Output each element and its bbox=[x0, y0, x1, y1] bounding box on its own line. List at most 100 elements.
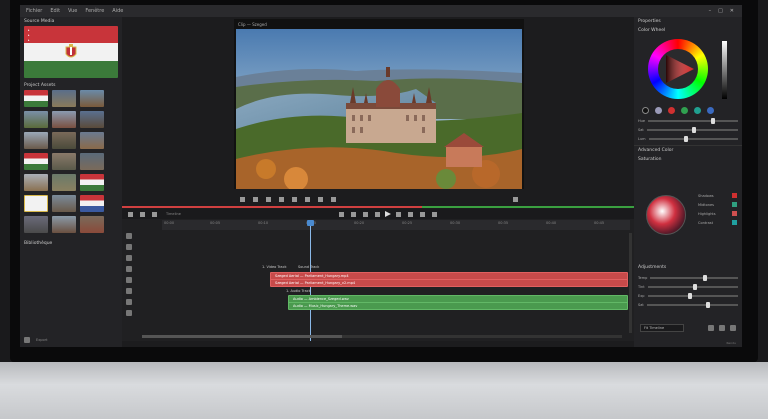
prev-clip-icon[interactable] bbox=[350, 211, 356, 217]
playhead-handle[interactable] bbox=[307, 220, 314, 226]
thumbnail[interactable] bbox=[80, 195, 104, 212]
thumbnail[interactable] bbox=[80, 132, 104, 149]
thumbnail[interactable] bbox=[24, 132, 48, 149]
menu-view[interactable]: Vue bbox=[68, 8, 77, 14]
swatch[interactable] bbox=[732, 220, 737, 225]
add-track-icon[interactable] bbox=[126, 277, 132, 283]
minimize-icon[interactable]: – bbox=[709, 8, 712, 14]
thumbnail[interactable] bbox=[24, 111, 48, 128]
saturation-slider[interactable] bbox=[646, 301, 738, 308]
folder-icon[interactable] bbox=[24, 337, 30, 343]
link-icon[interactable] bbox=[126, 299, 132, 305]
zoom-icon[interactable] bbox=[431, 211, 437, 217]
mute-icon[interactable] bbox=[126, 255, 132, 261]
settings-icon[interactable] bbox=[513, 196, 518, 202]
swatch[interactable] bbox=[642, 107, 649, 114]
eye-icon[interactable] bbox=[126, 244, 132, 250]
thumbnail[interactable] bbox=[24, 174, 48, 191]
swatch[interactable] bbox=[681, 107, 688, 114]
sat-slider[interactable] bbox=[646, 126, 738, 133]
thumbnail[interactable] bbox=[80, 174, 104, 191]
swatch[interactable] bbox=[732, 193, 737, 198]
time-ruler[interactable]: 00:00 00:05 00:10 00:15 00:20 00:25 00:3… bbox=[162, 220, 630, 230]
swatch[interactable] bbox=[732, 202, 737, 207]
swatch[interactable] bbox=[655, 107, 662, 114]
grade-row[interactable]: Midtones bbox=[698, 201, 716, 210]
next-clip-icon[interactable] bbox=[407, 211, 413, 217]
forward-icon[interactable] bbox=[395, 211, 401, 217]
thumbnail[interactable] bbox=[80, 216, 104, 233]
step-back-icon[interactable] bbox=[279, 196, 284, 202]
swatch[interactable] bbox=[668, 107, 675, 114]
screen-icon[interactable] bbox=[719, 325, 725, 331]
stop-icon[interactable] bbox=[374, 211, 380, 217]
lum-slider[interactable] bbox=[648, 135, 738, 142]
grade-row[interactable]: Shadows bbox=[698, 192, 716, 201]
timeline-vscroll[interactable] bbox=[629, 233, 632, 333]
menu-window[interactable]: Fenêtre bbox=[85, 8, 104, 14]
grade-row[interactable]: Contrast bbox=[698, 219, 716, 228]
record-icon[interactable] bbox=[419, 211, 425, 217]
exposure-slider[interactable] bbox=[647, 292, 738, 299]
thumbnail[interactable] bbox=[24, 216, 48, 233]
prev-frame-icon[interactable] bbox=[338, 211, 344, 217]
video-frame[interactable] bbox=[236, 29, 522, 189]
tint-slider[interactable] bbox=[647, 283, 738, 290]
close-panel-icon[interactable] bbox=[730, 325, 736, 331]
saturation-triangle[interactable] bbox=[658, 49, 698, 89]
audio-clip[interactable]: Audio — Music_Hungary_Theme.wav bbox=[288, 302, 628, 310]
menu-help[interactable]: Aide bbox=[112, 8, 123, 14]
thumbnail[interactable] bbox=[24, 153, 48, 170]
lock-icon[interactable] bbox=[126, 233, 132, 239]
swatch[interactable] bbox=[732, 211, 737, 216]
step-forward-icon[interactable] bbox=[305, 196, 310, 202]
flag-preview[interactable]: ▸ ▸ ▸ bbox=[24, 26, 118, 78]
thumbnail[interactable] bbox=[52, 90, 76, 107]
close-icon[interactable]: ✕ bbox=[730, 8, 734, 14]
thumbnail[interactable] bbox=[24, 90, 48, 107]
thumbnail[interactable] bbox=[52, 132, 76, 149]
color-wheel-small[interactable] bbox=[646, 195, 686, 235]
solo-icon[interactable] bbox=[126, 266, 132, 272]
timeline-scrollbar[interactable] bbox=[142, 335, 622, 338]
grade-row[interactable]: Highlights bbox=[698, 210, 716, 219]
in-point-icon[interactable] bbox=[240, 196, 245, 202]
thumbnail[interactable] bbox=[52, 216, 76, 233]
menu-edit[interactable]: Edit bbox=[50, 8, 60, 14]
grade-swatches bbox=[732, 193, 737, 225]
thumbnail[interactable] bbox=[80, 90, 104, 107]
play-button[interactable] bbox=[384, 211, 391, 217]
play-icon[interactable] bbox=[292, 196, 297, 202]
select-tool-icon[interactable] bbox=[128, 211, 133, 217]
video-clip[interactable]: Szeged Aerial — Parliament_Hungary_v2.mp… bbox=[270, 279, 628, 287]
thumbnail[interactable] bbox=[52, 111, 76, 128]
export-label[interactable]: Export bbox=[36, 338, 47, 342]
thumbnail[interactable] bbox=[80, 153, 104, 170]
menu-file[interactable]: Fichier bbox=[26, 8, 42, 14]
zoom-select[interactable]: Fit Timeline bbox=[640, 324, 684, 332]
rewind-icon[interactable] bbox=[362, 211, 368, 217]
snap-icon[interactable] bbox=[152, 211, 157, 217]
razor-tool-icon[interactable] bbox=[140, 211, 145, 217]
maximize-icon[interactable]: □ bbox=[718, 8, 723, 14]
hue-wheel[interactable] bbox=[648, 39, 708, 99]
trash-icon[interactable] bbox=[126, 288, 132, 294]
thumbnail[interactable] bbox=[52, 174, 76, 191]
hue-slider[interactable] bbox=[648, 117, 738, 124]
thumbnail[interactable] bbox=[52, 195, 76, 212]
thumbnail[interactable] bbox=[52, 153, 76, 170]
luminance-bar[interactable] bbox=[722, 41, 727, 99]
fullscreen-icon[interactable] bbox=[708, 325, 714, 331]
thumbnail[interactable] bbox=[24, 195, 48, 212]
out-point-icon[interactable] bbox=[253, 196, 258, 202]
temp-slider[interactable] bbox=[650, 274, 738, 281]
loop-icon[interactable] bbox=[318, 196, 323, 202]
slider-row: Lum bbox=[634, 134, 742, 143]
marker-icon[interactable] bbox=[266, 196, 271, 202]
more-icon[interactable] bbox=[126, 310, 132, 316]
swatch[interactable] bbox=[694, 107, 701, 114]
export-frame-icon[interactable] bbox=[331, 196, 336, 202]
viewer-title: Clip — Szeged bbox=[238, 21, 267, 27]
thumbnail[interactable] bbox=[80, 111, 104, 128]
swatch[interactable] bbox=[707, 107, 714, 114]
